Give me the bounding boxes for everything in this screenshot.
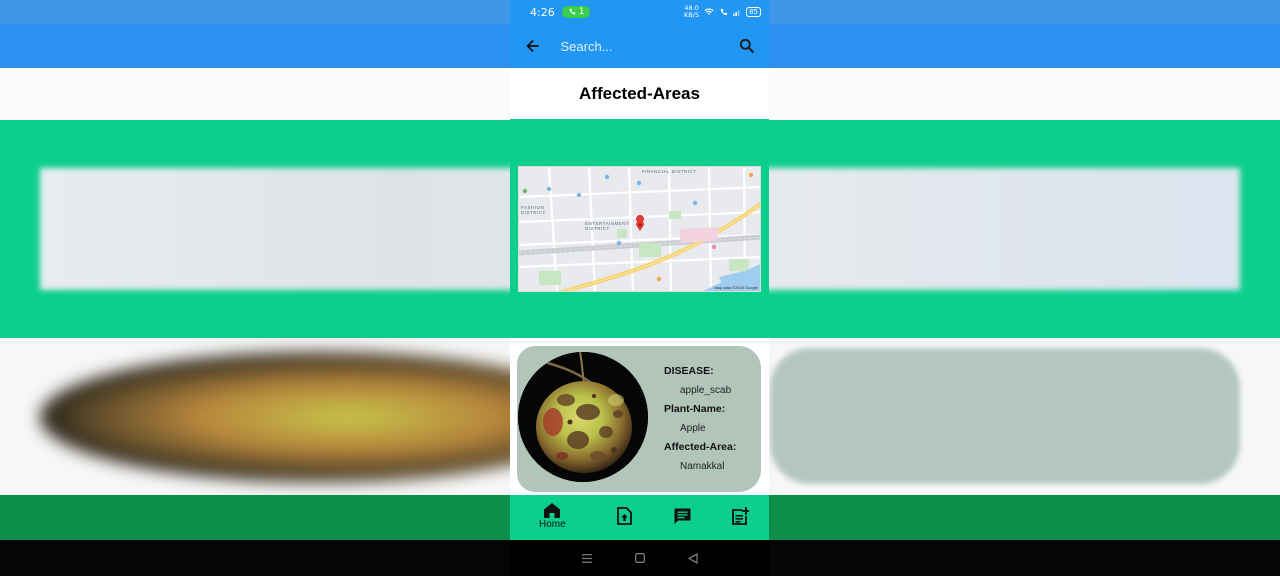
title-section: Affected-Areas xyxy=(510,68,769,119)
speed-unit: KB/S xyxy=(684,11,700,19)
wifi-icon xyxy=(704,8,714,15)
bg-card-blur xyxy=(770,348,1240,484)
search-icon xyxy=(739,38,754,54)
affected-area-label: Affected-Area: xyxy=(664,441,737,453)
chat-icon xyxy=(674,508,691,524)
nav-home-label: Home xyxy=(539,519,566,530)
map-credit: Map data ©2018 Google xyxy=(714,285,758,290)
phone-screen: 4:26 1 48.0 KB/S 85 Search... Affected-A… xyxy=(510,0,769,576)
search-input[interactable] xyxy=(560,38,737,54)
nav-upload[interactable] xyxy=(617,507,632,525)
status-bar: 4:26 1 48.0 KB/S 85 xyxy=(510,0,769,24)
battery-icon: 85 xyxy=(746,7,761,17)
pill-count: 1 xyxy=(578,7,585,17)
map-section: FINANCIAL DISTRICT FASHION DISTRICT ENTE… xyxy=(510,119,769,338)
active-call-pill[interactable]: 1 xyxy=(561,6,591,18)
card-section: DISEASE: apple_scab Plant-Name: Apple Af… xyxy=(510,338,769,495)
disease-value: apple_scab xyxy=(680,385,732,396)
phone-icon xyxy=(569,8,575,15)
page-title: Affected-Areas xyxy=(579,83,700,103)
back-triangle-icon[interactable] xyxy=(687,552,698,564)
plant-name-label: Plant-Name: xyxy=(664,403,726,415)
apple-scab-photo xyxy=(518,352,648,482)
map-view[interactable]: FINANCIAL DISTRICT FASHION DISTRICT ENTE… xyxy=(518,166,761,292)
app-bar xyxy=(510,24,769,68)
search-button[interactable] xyxy=(737,35,758,57)
signal-icon xyxy=(733,10,740,16)
system-nav-bar xyxy=(510,540,769,576)
upload-icon xyxy=(617,507,632,525)
plant-name-value: Apple xyxy=(680,423,706,434)
disease-info: DISEASE: apple_scab Plant-Name: Apple Af… xyxy=(664,362,736,476)
bottom-nav: Home xyxy=(510,495,769,540)
status-time: 4:26 xyxy=(530,5,555,19)
map-label-entertainment: ENTERTAINMENT DISTRICT xyxy=(585,221,630,231)
status-icons: 48.0 KB/S 85 xyxy=(684,5,761,19)
map-label-financial: FINANCIAL DISTRICT xyxy=(642,169,697,174)
post-add-icon xyxy=(732,507,749,525)
nav-post-add[interactable] xyxy=(732,507,749,525)
nav-home[interactable]: Home xyxy=(539,503,566,530)
call-icon xyxy=(720,8,728,15)
recents-icon[interactable] xyxy=(581,553,592,563)
network-speed: 48.0 KB/S xyxy=(684,5,699,19)
home-square-icon[interactable] xyxy=(634,553,645,563)
affected-area-value: Namakkal xyxy=(680,461,725,472)
back-button[interactable] xyxy=(522,35,543,57)
apple-image xyxy=(518,352,648,482)
home-icon xyxy=(544,503,561,518)
disease-label: DISEASE: xyxy=(664,365,714,377)
nav-chat[interactable] xyxy=(674,508,691,525)
arrow-back-icon xyxy=(526,39,539,53)
map-label-fashion: FASHION DISTRICT xyxy=(521,205,546,215)
disease-card[interactable]: DISEASE: apple_scab Plant-Name: Apple Af… xyxy=(517,346,761,492)
